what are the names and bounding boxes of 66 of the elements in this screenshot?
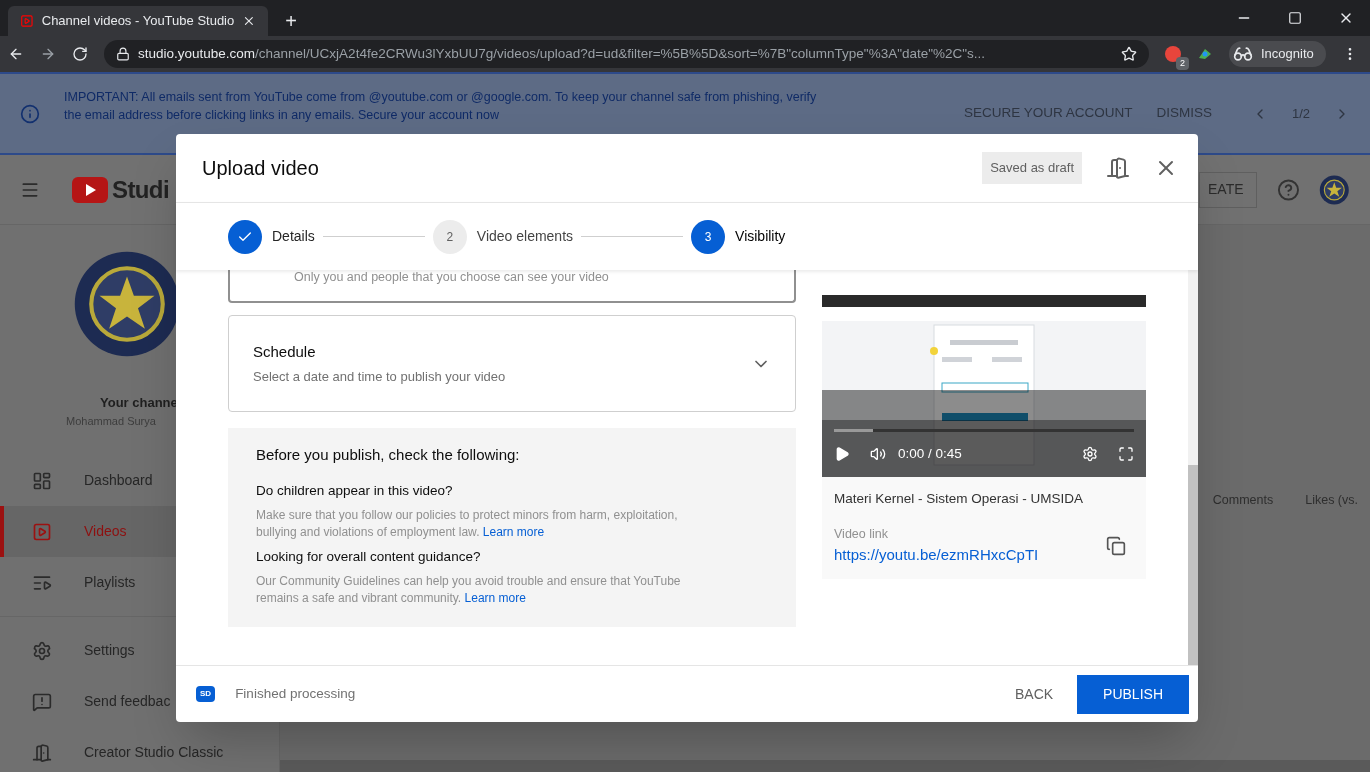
video-icon: [32, 521, 52, 542]
settings-icon[interactable]: [1082, 446, 1098, 463]
url-text: studio.youtube.com/channel/UCxjA2t4fe2CRWu3lYxbUU7g/videos/upload?d=ud&filter=%5B%5D&sort=%7B"columnType"%3A"date"%2C"s...: [138, 44, 987, 63]
help-icon[interactable]: [1276, 177, 1300, 202]
schedule-option[interactable]: Schedule Select a date and time to publish your video: [228, 315, 796, 412]
door-icon: [32, 742, 52, 763]
nav-item[interactable]: Creator Studio Classic: [0, 727, 279, 772]
star-icon[interactable]: [1121, 46, 1137, 62]
address-field[interactable]: studio.youtube.com/channel/UCxjA2t4fe2CRWu3lYxbUU7g/videos/upload?d=ud&filter=%5B%5D&sort=%7B"columnType"%3A"date"%2C"s...: [104, 40, 1149, 68]
extension-icon[interactable]: [1165, 46, 1181, 62]
scrollbar[interactable]: [1188, 270, 1198, 665]
step-number: 3: [691, 219, 726, 254]
processing-status: Finished processing: [235, 684, 356, 703]
visibility-option[interactable]: Only you and people that you choose can see your video: [228, 270, 796, 303]
seek-bar[interactable]: [834, 429, 1134, 432]
draft-chip: Saved as draft: [982, 152, 1082, 184]
step-tab[interactable]: 3 Visibility: [691, 219, 786, 254]
dialog-title: Upload video: [202, 156, 319, 181]
option-description: Select a date and time to publish your video: [253, 368, 507, 386]
feedback-icon: [32, 691, 52, 712]
play-icon[interactable]: [834, 446, 850, 463]
tab-title: Channel videos - YouTube Studio: [41, 12, 235, 31]
incognito-icon: [1233, 44, 1253, 64]
video-icon: [20, 13, 34, 29]
door-icon[interactable]: [1106, 156, 1130, 180]
back-button[interactable]: BACK: [1002, 675, 1066, 713]
step-tab[interactable]: Details: [228, 219, 315, 254]
column-header: Comments: [1212, 492, 1274, 510]
reload-icon[interactable]: [72, 46, 88, 62]
incognito-chip[interactable]: Incognito: [1229, 41, 1326, 67]
channel-name: Your channe: [99, 394, 179, 412]
extension-badge: 2: [1176, 56, 1189, 70]
browser-tab[interactable]: Channel videos - YouTube Studio: [8, 6, 268, 36]
info-icon: [20, 103, 40, 124]
step-number: 2: [432, 219, 467, 254]
checklist-text: Our Community Guidelines can help you avoid trouble and ensure that YouTube remains a safe and vibrant community. Learn more: [256, 573, 682, 607]
quality-badge: SD: [196, 686, 216, 702]
checklist-title: Before you publish, check the following:: [256, 445, 521, 465]
copy-icon[interactable]: [1106, 535, 1126, 556]
restore-icon[interactable]: [1288, 11, 1302, 25]
publish-button[interactable]: PUBLISH: [1077, 674, 1189, 714]
logo-text: Studi: [112, 174, 169, 205]
lock-icon: [116, 47, 130, 61]
nav-item[interactable]: Settings: [0, 625, 279, 676]
create-button[interactable]: EATE: [1199, 171, 1257, 208]
step-tab[interactable]: 2 Video elements: [432, 219, 574, 254]
back-icon[interactable]: [8, 46, 24, 62]
checklist-question: Do children appear in this video?: [256, 481, 454, 500]
option-title: Schedule: [253, 341, 317, 362]
new-tab-button[interactable]: +: [276, 6, 306, 36]
page-counter: 1/2: [1291, 104, 1310, 123]
video-link-label: Video link: [834, 526, 889, 544]
video-title: Materi Kernel - Sistem Operasi - UMSIDA: [834, 490, 1085, 508]
notice-text: IMPORTANT: All emails sent from YouTube come from @youtube.com or @google.com. To keep your channel safe from phishing, verify the email address before clicking links in any emails. Secure your account now: [64, 89, 818, 124]
forward-icon[interactable]: [40, 46, 56, 62]
column-header: Likes (vs.: [1305, 492, 1358, 510]
volume-icon[interactable]: [870, 446, 886, 463]
video-link[interactable]: https://youtu.be/ezmRHxcCpTI: [834, 544, 1106, 567]
time-display: 0:00 / 0:45: [898, 445, 962, 463]
avatar: [1319, 173, 1350, 206]
learn-more-link[interactable]: Learn more: [482, 524, 545, 539]
fullscreen-icon[interactable]: [1118, 446, 1134, 463]
dashboard-icon: [32, 470, 52, 491]
learn-more-link[interactable]: Learn more: [464, 591, 526, 605]
settings-icon: [32, 640, 52, 661]
logo-icon: [72, 176, 108, 203]
